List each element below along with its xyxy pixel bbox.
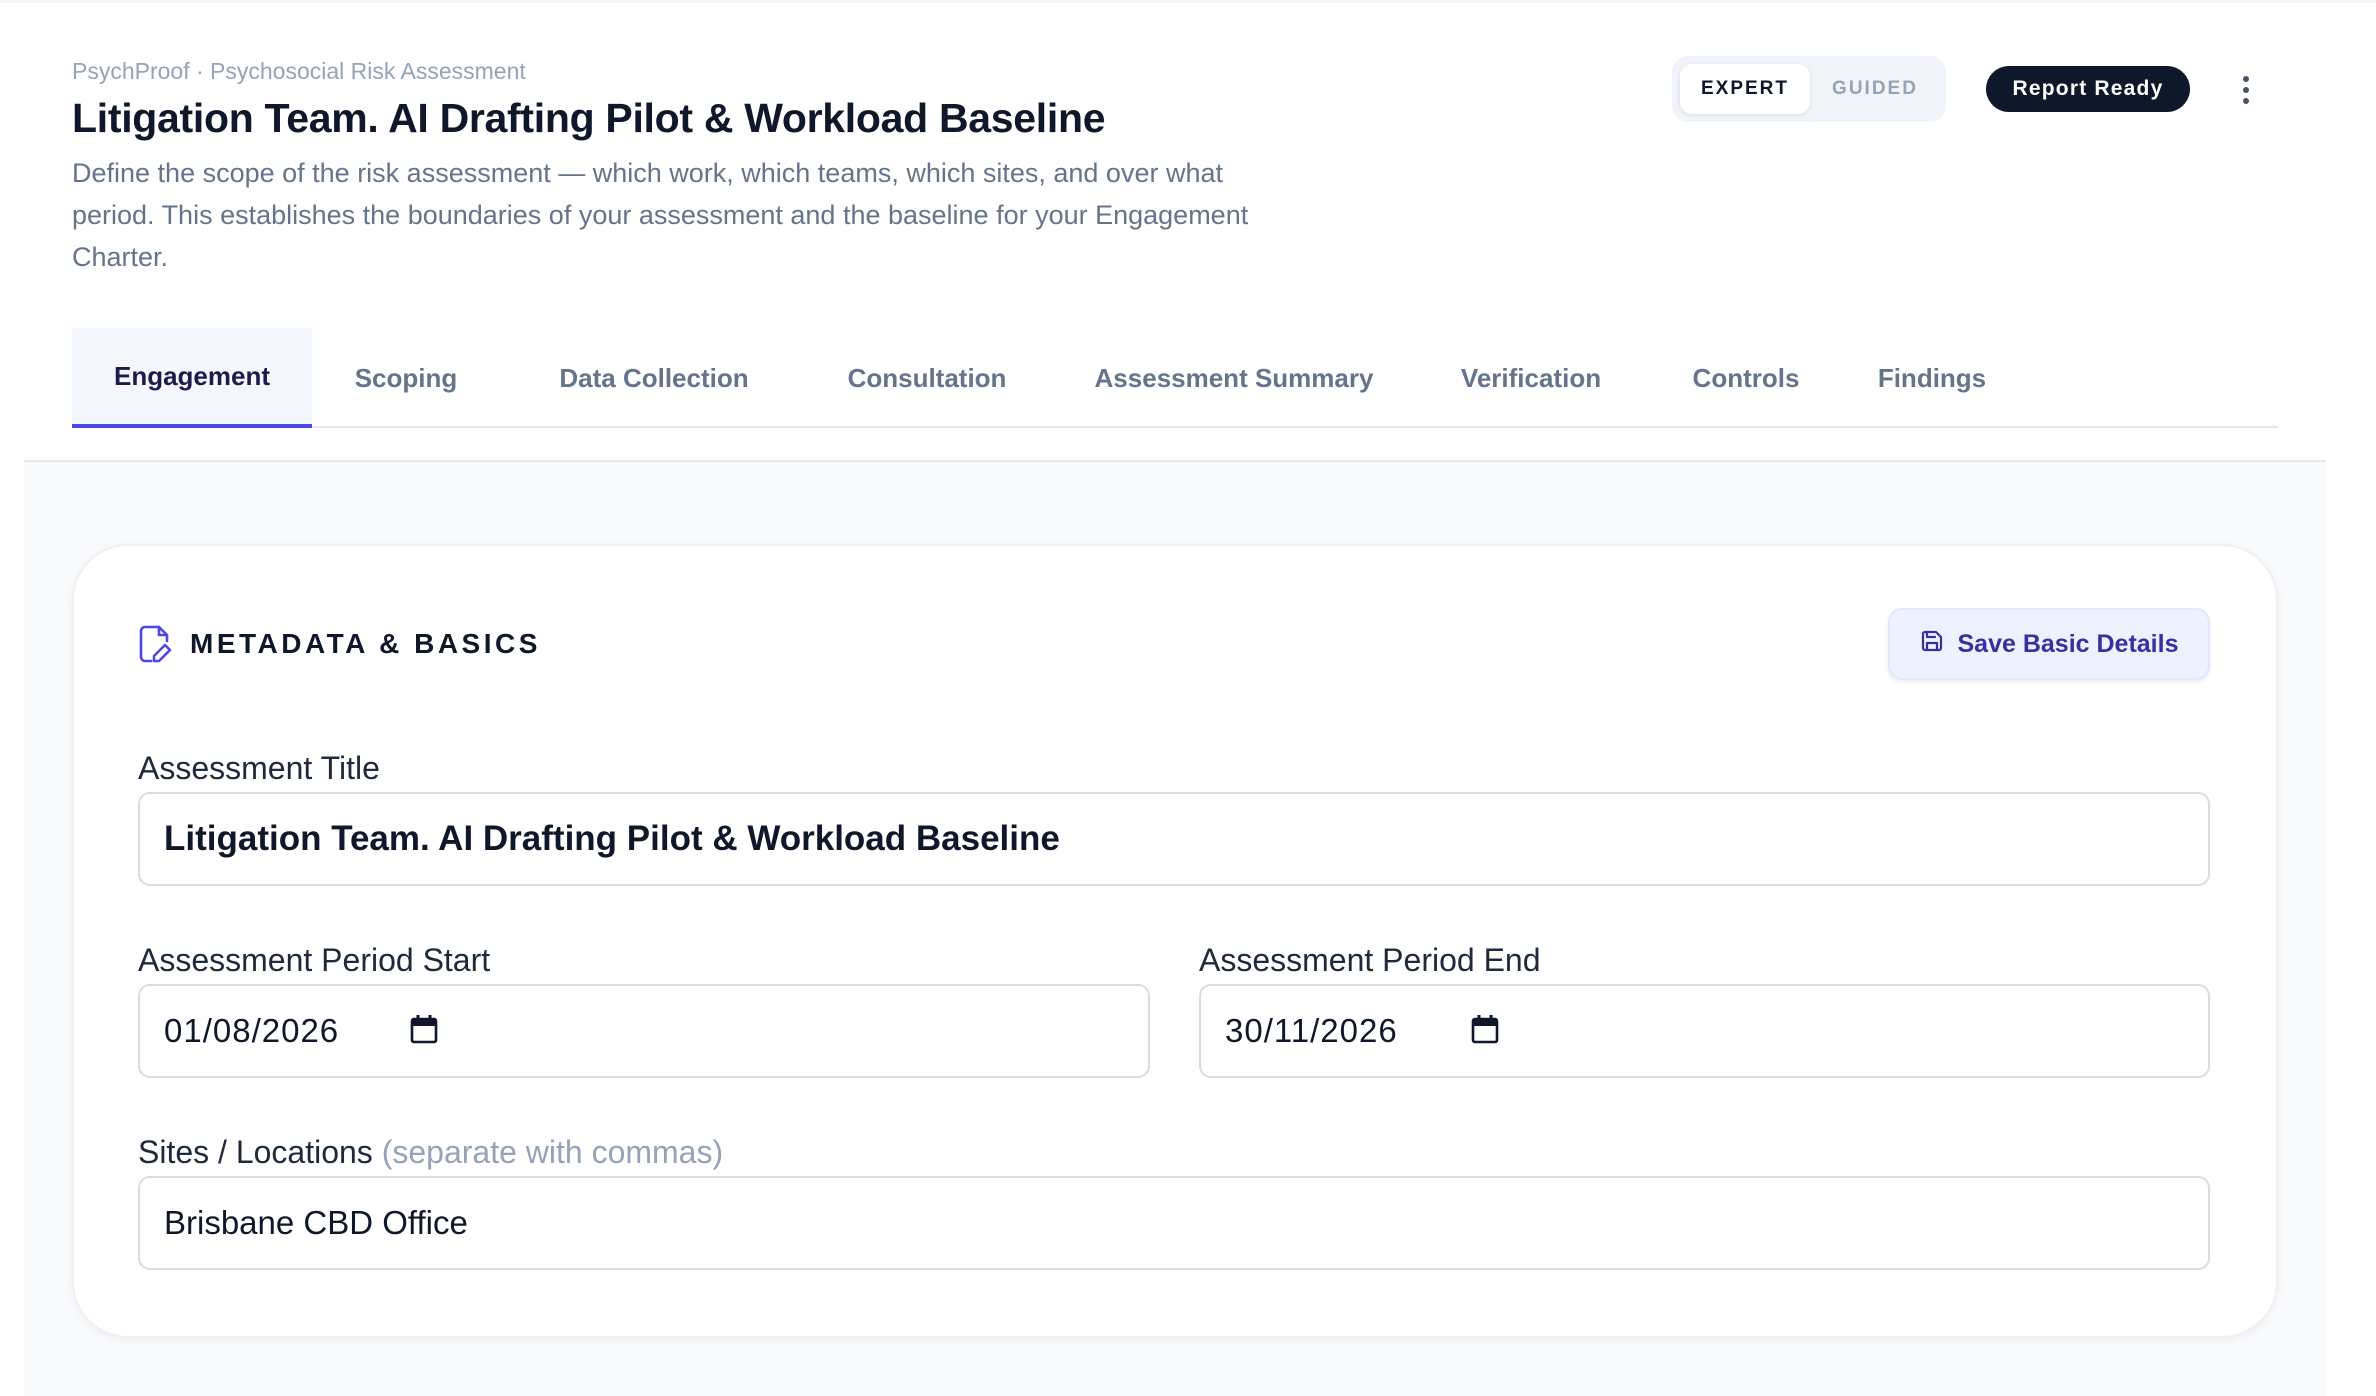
mode-guided-button[interactable]: GUIDED	[1810, 64, 1940, 114]
sites-label-hint: (separate with commas)	[381, 1134, 724, 1170]
more-vertical-icon[interactable]	[2226, 70, 2266, 110]
page-title: Litigation Team. AI Drafting Pilot & Wor…	[72, 95, 1106, 141]
save-basic-details-button[interactable]: Save Basic Details	[1888, 608, 2210, 680]
tab-verification[interactable]: Verification	[1436, 328, 1626, 428]
assessment-title-input[interactable]: Litigation Team. AI Drafting Pilot & Wor…	[138, 792, 2210, 886]
calendar-icon[interactable]	[1471, 1014, 1499, 1049]
tab-scoping[interactable]: Scoping	[326, 328, 486, 428]
status-badge: Report Ready	[1986, 66, 2190, 112]
mode-toggle: EXPERT GUIDED	[1672, 56, 1946, 122]
section-title: METADATA & BASICS	[190, 628, 541, 659]
assessment-title-label: Assessment Title	[138, 750, 380, 786]
more-dot	[2243, 98, 2249, 104]
top-edge	[0, 0, 2376, 3]
page-header: PsychProof · Psychosocial Risk Assessmen…	[72, 56, 1312, 278]
assessment-title-value: Litigation Team. AI Drafting Pilot & Wor…	[164, 819, 1060, 858]
tab-consultation[interactable]: Consultation	[824, 328, 1030, 428]
tab-controls[interactable]: Controls	[1676, 328, 1816, 428]
period-start-value: 01/08/2026	[164, 1012, 340, 1049]
section-header: METADATA & BASICS	[138, 622, 541, 666]
calendar-icon[interactable]	[410, 1014, 438, 1049]
period-end-value: 30/11/2026	[1225, 1012, 1398, 1049]
file-edit-icon	[138, 624, 172, 664]
period-start-input[interactable]: 01/08/2026	[138, 984, 1150, 1078]
tab-bar: Engagement Scoping Data Collection Consu…	[72, 328, 2278, 428]
period-end-label: Assessment Period End	[1199, 942, 1541, 978]
tab-engagement[interactable]: Engagement	[72, 328, 312, 428]
more-dot	[2243, 87, 2249, 93]
page-description: Define the scope of the risk assessment …	[72, 158, 1249, 272]
tab-assessment-summary[interactable]: Assessment Summary	[1076, 328, 1392, 428]
mode-expert-button[interactable]: EXPERT	[1680, 64, 1810, 114]
more-dot	[2243, 76, 2249, 82]
sites-label-text: Sites / Locations	[138, 1134, 373, 1170]
period-start-label: Assessment Period Start	[138, 942, 491, 978]
period-end-input[interactable]: 30/11/2026	[1199, 984, 2210, 1078]
sites-label: Sites / Locations (separate with commas)	[138, 1132, 723, 1172]
sites-input[interactable]: Brisbane CBD Office	[138, 1176, 2210, 1270]
tab-findings[interactable]: Findings	[1862, 328, 2002, 428]
save-icon	[1920, 629, 1944, 660]
sites-value: Brisbane CBD Office	[164, 1204, 468, 1241]
save-button-label: Save Basic Details	[1957, 629, 2179, 658]
tab-data-collection[interactable]: Data Collection	[540, 328, 768, 428]
breadcrumb: PsychProof · Psychosocial Risk Assessmen…	[72, 58, 526, 84]
